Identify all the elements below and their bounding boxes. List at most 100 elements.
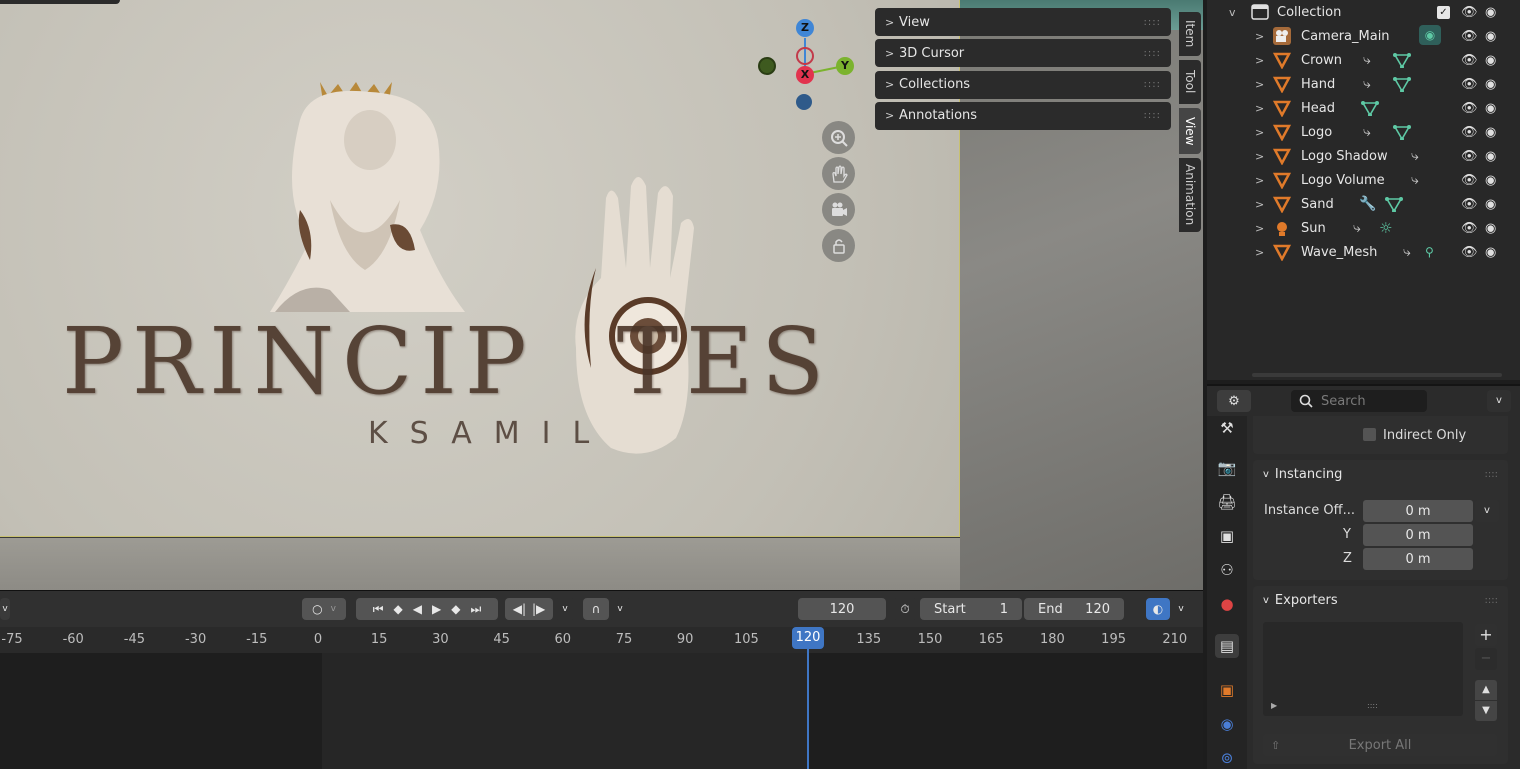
chevron-down-icon[interactable]: v	[1475, 500, 1499, 522]
panel-collections[interactable]: > Collections::::	[875, 70, 1171, 99]
gizmo-y-axis[interactable]: Y	[836, 57, 854, 75]
outliner-item[interactable]: > Crown ⤷ 👁 ◉	[1207, 48, 1520, 72]
mesh-data-icon[interactable]	[1385, 196, 1403, 212]
eye-icon[interactable]: 👁	[1461, 101, 1478, 116]
instance-offset-z-field[interactable]: 0 m	[1363, 548, 1473, 570]
snap-dropdown[interactable]: v	[609, 598, 631, 620]
grip-icon[interactable]: ::::	[1144, 48, 1161, 59]
object-name[interactable]: Logo Volume	[1301, 173, 1385, 188]
chevron-right-icon[interactable]: >	[1255, 150, 1264, 163]
camera-render-icon[interactable]: ◉	[1485, 221, 1496, 236]
gizmo-z-axis[interactable]: Z	[796, 19, 814, 37]
tab-animation[interactable]: Animation	[1179, 158, 1201, 232]
wrench-icon[interactable]: 🔧	[1359, 196, 1376, 212]
modifier-icon[interactable]: ⤷	[1353, 220, 1361, 236]
resize-grip-icon[interactable]: ::::	[1367, 701, 1378, 710]
collection-name[interactable]: Collection	[1277, 5, 1341, 20]
overlay-icon[interactable]: ◐	[1146, 598, 1170, 620]
outliner[interactable]: v Collection ✓ 👁 ◉ > Camera_Main ◉ 👁 ◉ > Crown…	[1207, 0, 1520, 380]
eye-icon[interactable]: 👁	[1461, 149, 1478, 164]
grip-icon[interactable]: ::::	[1144, 79, 1161, 90]
jump-start-icon[interactable]: ⏮	[373, 602, 384, 617]
chevron-right-icon[interactable]: >	[1255, 30, 1264, 43]
modifier-icon[interactable]: ⤷	[1411, 148, 1419, 164]
gizmo-x-axis[interactable]: X	[796, 66, 814, 84]
panel-annotations[interactable]: > Annotations::::	[875, 101, 1171, 130]
move-up-icon[interactable]: ▲	[1475, 680, 1497, 700]
panel-view[interactable]: > View::::	[875, 8, 1171, 36]
tab-tool[interactable]: Tool	[1179, 60, 1201, 104]
keyframe-record-button[interactable]: ○ v	[302, 598, 346, 620]
move-down-icon[interactable]: ▼	[1475, 701, 1497, 721]
camera-render-icon[interactable]: ◉	[1485, 149, 1496, 164]
prev-keyframe-icon[interactable]: ◆	[394, 602, 403, 616]
object-name[interactable]: Camera_Main	[1301, 29, 1390, 44]
outliner-item[interactable]: > Wave_Mesh ⤷ ⚲ 👁 ◉	[1207, 240, 1520, 264]
play-small-icon[interactable]: ▶	[1271, 701, 1277, 710]
timeline-ruler[interactable]: -75 -60 -45 -30 -15 0 15 30 45 60 75 90 105 120 135 150…	[0, 627, 1203, 653]
chevron-right-icon[interactable]: >	[1255, 174, 1264, 187]
grip-icon[interactable]: ::::	[1144, 110, 1161, 121]
eye-icon[interactable]: 👁	[1461, 125, 1478, 140]
play-icon[interactable]: ▶	[432, 602, 441, 616]
camera-render-icon[interactable]: ◉	[1485, 197, 1496, 212]
mesh-data-icon[interactable]	[1393, 124, 1411, 140]
subframe-controls[interactable]: ◀| |▶	[505, 598, 553, 620]
modifier-icon[interactable]: ⤷	[1363, 124, 1371, 140]
outliner-root-collection[interactable]: v Collection ✓ 👁 ◉	[1207, 0, 1520, 24]
physics-icon[interactable]: ◉	[1215, 712, 1239, 736]
navigation-gizmo[interactable]: Z X Y	[754, 16, 858, 116]
chevron-right-icon[interactable]: >	[1255, 246, 1264, 259]
outliner-scrollbar[interactable]	[1252, 373, 1502, 377]
camera-render-icon[interactable]: ◉	[1485, 101, 1496, 116]
snap-icon[interactable]: ∩	[583, 598, 609, 620]
eye-icon[interactable]: 👁	[1461, 245, 1478, 260]
overlay-dropdown[interactable]: v	[1170, 598, 1192, 620]
view-layer-icon[interactable]: ▣	[1215, 524, 1239, 548]
object-name[interactable]: Hand	[1301, 77, 1335, 92]
tab-view[interactable]: View	[1179, 108, 1201, 154]
checkbox-icon[interactable]: ✓	[1437, 5, 1450, 19]
modifier-icon[interactable]: ⤷	[1411, 172, 1419, 188]
camera-render-icon[interactable]: ◉	[1485, 5, 1496, 20]
tab-item[interactable]: Item	[1179, 12, 1201, 56]
outliner-item[interactable]: > Logo Volume ⤷ 👁 ◉	[1207, 168, 1520, 192]
eye-icon[interactable]: 👁	[1461, 53, 1478, 68]
eye-icon[interactable]: 👁	[1461, 173, 1478, 188]
gizmo-neg-z-axis[interactable]	[796, 94, 812, 110]
constraints-icon[interactable]: ⊚	[1215, 746, 1239, 769]
outliner-item[interactable]: > Logo Shadow ⤷ 👁 ◉	[1207, 144, 1520, 168]
stopwatch-icon[interactable]: ⏱	[893, 598, 917, 620]
eye-icon[interactable]: 👁	[1461, 197, 1478, 212]
tool-icon[interactable]: ⚒	[1215, 416, 1239, 440]
play-reverse-icon[interactable]: ◀	[413, 602, 422, 616]
vertex-group-icon[interactable]: ⚲	[1425, 245, 1434, 259]
object-name[interactable]: Crown	[1301, 53, 1342, 68]
object-name[interactable]: Sand	[1301, 197, 1334, 212]
instancing-header[interactable]: v Instancing::::	[1253, 460, 1508, 488]
object-icon[interactable]: ▣	[1215, 678, 1239, 702]
eye-icon[interactable]: 👁	[1461, 29, 1478, 44]
chevron-right-icon[interactable]: >	[1255, 78, 1264, 91]
next-keyframe-icon[interactable]: ◆	[451, 602, 460, 616]
grip-icon[interactable]: ::::	[1485, 595, 1498, 606]
current-frame-field[interactable]: 120	[798, 598, 886, 620]
remove-icon[interactable]: −	[1475, 648, 1497, 670]
camera-view-icon[interactable]	[822, 193, 855, 226]
outliner-item[interactable]: > Logo ⤷ 👁 ◉	[1207, 120, 1520, 144]
modifier-icon[interactable]: ⤷	[1403, 244, 1411, 260]
jump-end-icon[interactable]: ⏭	[470, 602, 481, 617]
object-name[interactable]: Logo	[1301, 125, 1332, 140]
3d-viewport[interactable]: PRINCIP TES KSAMIL Z X Y > View:::: >3D Cu…	[0, 0, 1203, 590]
gizmo-neg-y-axis[interactable]	[758, 57, 776, 75]
panel-3d-cursor[interactable]: >3D Cursor::::	[875, 39, 1171, 68]
grip-icon[interactable]: ::::	[1485, 469, 1498, 480]
chevron-down-icon[interactable]: v	[1487, 390, 1511, 412]
editor-type-icon[interactable]: ⚙	[1217, 390, 1251, 412]
outliner-item[interactable]: > Head 👁 ◉	[1207, 96, 1520, 120]
outliner-item[interactable]: > Hand ⤷ 👁 ◉	[1207, 72, 1520, 96]
world-icon[interactable]: ●	[1215, 592, 1239, 616]
mesh-data-icon[interactable]	[1393, 76, 1411, 92]
scene-icon[interactable]: ⚇	[1215, 558, 1239, 582]
mesh-data-icon[interactable]	[1361, 100, 1379, 116]
